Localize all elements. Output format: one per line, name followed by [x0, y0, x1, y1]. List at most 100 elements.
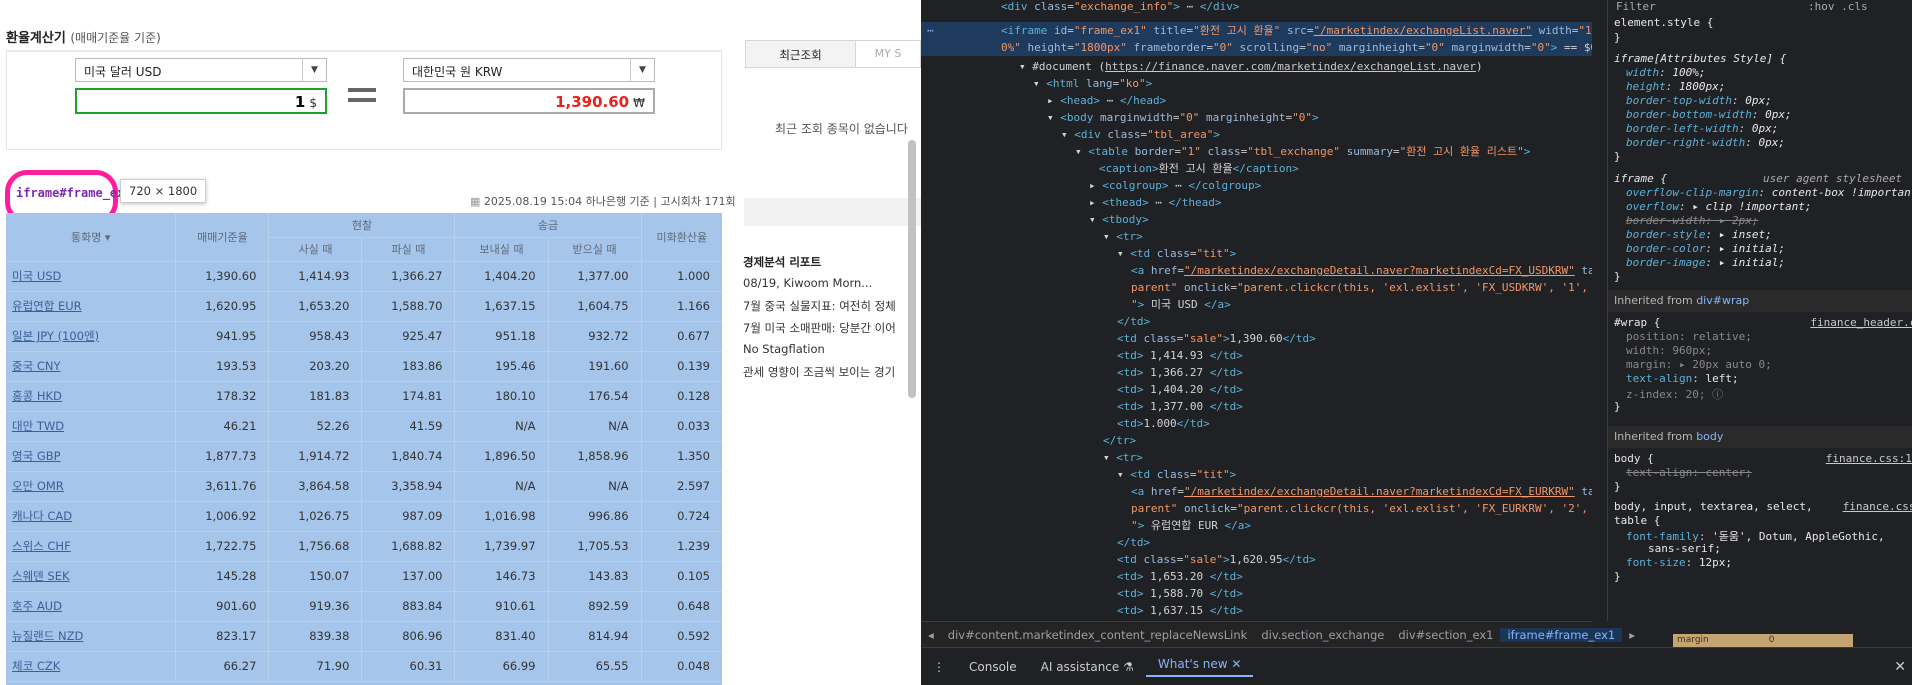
rate-cell: 183.86 [361, 351, 456, 382]
table-row: 체코 CZK 66.27 71.90 60.31 66.99 65.55 0.048 [6, 651, 722, 682]
currency-link[interactable]: 영국 GBP [6, 441, 177, 472]
rate-cell: 1,858.96 [548, 441, 642, 472]
tree-line[interactable]: parent" onclick="parent.clickcr(this, 'e… [1131, 500, 1592, 517]
report-item[interactable]: 관세 영향이 조금씩 보이는 경기 [743, 364, 921, 386]
rate-cell: 1.239 [641, 531, 722, 562]
tree-line[interactable]: ▾ <div class="tbl_area"> [1061, 126, 1220, 143]
style-rule: body {finance.css:14 [1614, 452, 1912, 465]
rate-cell: 1.000 [641, 261, 722, 292]
tree-line[interactable]: ▾ <tr> [1103, 449, 1143, 466]
tree-line[interactable]: <td> 1,404.20 </td> [1117, 381, 1243, 398]
currency-link[interactable]: 중국 CNY [6, 351, 177, 382]
rate-cell: 0.677 [641, 321, 722, 352]
style-decl: border-bottom-width: 0px; [1626, 108, 1792, 121]
tree-line[interactable]: <td class="sale">1,620.95</td> [1117, 551, 1316, 568]
breadcrumb-item[interactable]: div.section_exchange [1254, 628, 1391, 642]
tree-line[interactable]: ▾ <tr> [1103, 228, 1143, 245]
currency-link[interactable]: 미국 USD [6, 261, 177, 292]
tree-line[interactable]: </tr> [1103, 432, 1136, 449]
report-item[interactable]: 08/19, Kiwoom Morn... [743, 276, 921, 298]
currency-link[interactable]: 캐나다 CAD [6, 501, 177, 532]
breadcrumb-scroll-left[interactable]: ◂ [921, 628, 941, 642]
breadcrumb-item-selected[interactable]: iframe#frame_ex1 [1500, 627, 1623, 642]
currency-link[interactable]: 스웨덴 SEK [6, 561, 177, 592]
breadcrumb-scroll-right[interactable]: ▸ [1622, 628, 1642, 642]
rate-cell: 0.724 [641, 501, 722, 532]
drawer-menu-icon[interactable]: ⋮ [921, 660, 957, 674]
from-amount-input[interactable]: 1 $ [75, 88, 327, 114]
tree-line[interactable]: <a href="/marketindex/exchangeDetail.nav… [1131, 483, 1592, 500]
tree-line[interactable]: <caption>환전 고시 환율</caption> [1099, 160, 1299, 177]
currency-link[interactable]: 호주 AUD [6, 591, 177, 622]
tree-line[interactable]: ▸ <thead> ⋯ </thead> [1089, 194, 1221, 211]
tree-line[interactable]: <a href="/marketindex/exchangeDetail.nav… [1131, 262, 1592, 279]
tree-line[interactable]: <td class="sale">1,390.60</td> [1117, 330, 1316, 347]
style-rule: #wrap {finance_header.css:5 [1614, 316, 1912, 329]
rate-info-text: 2025.08.19 15:04 하나은행 기준 | 고시회차 171회 [483, 195, 736, 208]
tree-line[interactable]: <td> 1,414.93 </td> [1117, 347, 1243, 364]
currency-link[interactable]: 유럽연합 EUR [6, 291, 177, 322]
node-more-icon[interactable]: ⋯ [927, 22, 934, 39]
tab-recent[interactable]: 최근조회 [746, 41, 856, 67]
tree-line[interactable]: ▾ <html lang="ko"> [1033, 75, 1152, 92]
tree-line[interactable]: <td>1.000</td> [1117, 415, 1210, 432]
tree-line[interactable]: ▾ <table border="1" class="tbl_exchange"… [1075, 143, 1530, 160]
tree-line[interactable]: <td> 1,366.27 </td> [1117, 364, 1243, 381]
tree-line[interactable]: ▾ <body marginwidth="0" marginheight="0"… [1047, 109, 1319, 126]
tree-line[interactable]: ▾ <tbody> [1089, 211, 1149, 228]
tree-line[interactable]: <div class="exchange_info"> ⋯ </div> [1001, 0, 1239, 15]
tab-whats-new[interactable]: What's new ✕ [1145, 657, 1254, 677]
tree-line[interactable]: ▾ <td class="tit"> [1117, 245, 1236, 262]
inherited-header: Inherited from body [1608, 426, 1912, 448]
styles-toolbar[interactable]: :hov .cls [1808, 0, 1868, 13]
report-item[interactable]: No Stagflation [743, 342, 921, 364]
rate-cell: 1,877.73 [175, 441, 270, 472]
tree-line[interactable]: <td> 1,588.70 </td> [1117, 585, 1243, 602]
tab-ai-assistance[interactable]: AI assistance ⚗ [1029, 660, 1146, 674]
tree-line[interactable]: "> 미국 USD </a> [1131, 296, 1231, 313]
tree-line[interactable]: parent" onclick="parent.clickcr(this, 'e… [1131, 279, 1592, 296]
breadcrumb-item[interactable]: div#section_ex1 [1391, 628, 1500, 642]
tree-line[interactable]: ▾ <td class="tit"> [1117, 466, 1236, 483]
page-scrollbar[interactable] [908, 140, 916, 398]
header-remit-send: 보내실 때 [454, 237, 549, 262]
tab-my-stocks[interactable]: MY S [856, 41, 920, 67]
from-unit: $ [309, 96, 317, 110]
to-currency-select[interactable]: 대한민국 원 KRW ▼ [403, 58, 655, 82]
currency-link[interactable]: 뉴질랜드 NZD [6, 621, 177, 652]
styles-filter[interactable]: Filter [1616, 0, 1656, 13]
tree-line[interactable]: ▸ <colgroup> ⋯ </colgroup> [1089, 177, 1261, 194]
rate-cell: 1,006.92 [175, 501, 270, 532]
calendar-icon: ▦ [470, 195, 481, 208]
header-usd-rate: 미화환산율 [641, 213, 722, 262]
tree-line[interactable]: ▾ #document (https://finance.naver.com/m… [1019, 58, 1483, 75]
currency-link[interactable]: 홍콩 HKD [6, 381, 177, 412]
currency-link[interactable]: 일본 JPY (100엔) [6, 321, 177, 352]
tree-line[interactable]: <td> 1,653.20 </td> [1117, 568, 1243, 585]
rate-cell: 143.83 [548, 561, 642, 592]
tree-line[interactable]: </td> [1117, 534, 1150, 551]
close-drawer-icon[interactable]: ✕ [1894, 659, 1906, 675]
to-amount-value: 1,390.60 [555, 93, 630, 111]
breadcrumb-item[interactable]: div#content.marketindex_content_replaceN… [941, 628, 1255, 642]
screen: 환율계산기 (매매기준율 기준) 미국 달러 USD ▼ 대한민국 원 KRW … [0, 0, 1912, 685]
rate-cell: 1,722.75 [175, 531, 270, 562]
tab-console[interactable]: Console [957, 660, 1029, 674]
tree-line[interactable]: <td> 1,637.15 </td> [1117, 602, 1243, 619]
tree-line[interactable]: ▸ <head> ⋯ </head> [1047, 92, 1166, 109]
drawer-tabs: ⋮ Console AI assistance ⚗ What's new ✕ ✕ [921, 647, 1912, 685]
tree-line-iframe-2[interactable]: 0%" height="1800px" frameborder="0" scro… [1001, 39, 1592, 56]
currency-link[interactable]: 체코 CZK [6, 651, 177, 682]
currency-link[interactable]: 대만 TWD [6, 411, 177, 442]
tree-line[interactable]: <td> 1,377.00 </td> [1117, 398, 1243, 415]
report-item[interactable]: 7월 중국 실물지표: 여전히 정체 [743, 298, 921, 320]
header-currency[interactable]: 통화명 ▾ [6, 213, 177, 262]
report-item[interactable]: 7월 미국 소매판매: 당분간 이어 [743, 320, 921, 342]
from-currency-select[interactable]: 미국 달러 USD ▼ [75, 58, 327, 82]
tree-line-iframe-1[interactable]: <iframe id="frame_ex1" title="환전 고시 환율" … [1001, 22, 1592, 39]
tree-line[interactable]: "> 유럽연합 EUR </a> [1131, 517, 1251, 534]
currency-link[interactable]: 오만 OMR [6, 471, 177, 502]
currency-link[interactable]: 스위스 CHF [6, 531, 177, 562]
tree-line[interactable]: </td> [1117, 313, 1150, 330]
to-amount-input[interactable]: 1,390.60 ₩ [403, 88, 655, 114]
